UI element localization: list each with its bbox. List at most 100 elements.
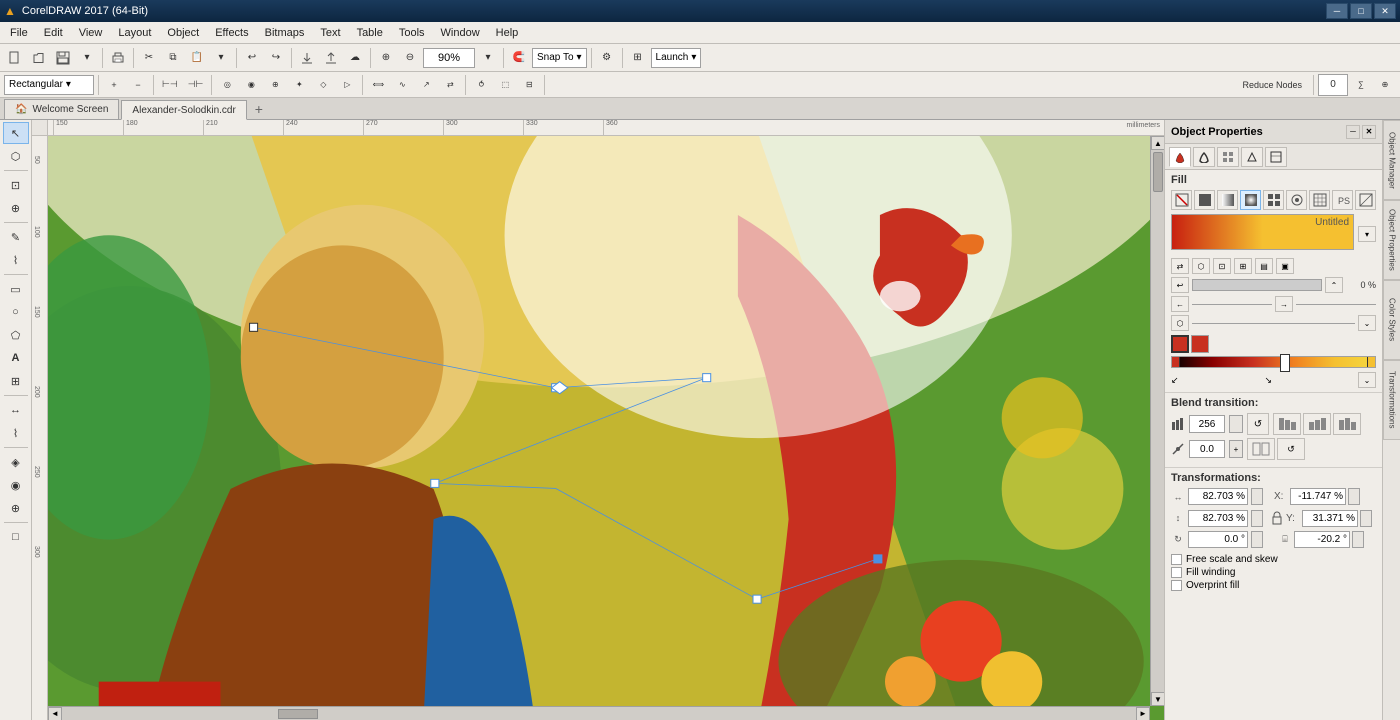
snap-to-dropdown[interactable]: Snap To ▾	[532, 48, 587, 68]
color-stop-red[interactable]	[1171, 335, 1189, 353]
tool-outline[interactable]: □	[3, 526, 29, 548]
blend-accel-add[interactable]: +	[1229, 440, 1243, 458]
tool-ellipse[interactable]: ○	[3, 301, 29, 323]
fill-arrow-left[interactable]: ←	[1171, 296, 1189, 312]
gradient-edit-btn[interactable]: ▾	[1358, 226, 1376, 242]
fill-swap-btn[interactable]: ⇄	[1171, 258, 1189, 274]
tool-interactive-fill[interactable]: ◈	[3, 451, 29, 473]
new-button[interactable]	[4, 47, 26, 69]
skew-spin[interactable]	[1352, 531, 1364, 548]
blend-custom-btn[interactable]	[1333, 413, 1361, 435]
free-scale-checkbox[interactable]	[1171, 554, 1182, 565]
tool-freehand[interactable]: ✎	[3, 226, 29, 248]
node-btn1[interactable]: ◎	[216, 74, 238, 96]
blend-refresh-btn[interactable]: ↺	[1247, 413, 1269, 435]
blend-linear-btn[interactable]	[1273, 413, 1301, 435]
tool-node-edit[interactable]: ⬡	[3, 145, 29, 167]
fill-reverse-btn[interactable]: ↩	[1171, 277, 1189, 293]
tool-table[interactable]: ⊞	[3, 370, 29, 392]
menu-bitmaps[interactable]: Bitmaps	[257, 25, 313, 41]
options-button[interactable]: ⚙	[596, 47, 618, 69]
zoom-out-button[interactable]: ⊖	[399, 47, 421, 69]
menu-text[interactable]: Text	[312, 25, 348, 41]
tool-rectangle[interactable]: ▭	[3, 278, 29, 300]
color-stop-current[interactable]	[1191, 335, 1209, 353]
menu-view[interactable]: View	[71, 25, 111, 41]
shape-type-dropdown[interactable]: Rectangular ▾	[4, 75, 94, 95]
side-tab-object-manager[interactable]: Object Manager	[1383, 120, 1400, 200]
tool-eyedropper[interactable]: ⊕	[3, 497, 29, 519]
rotate-spin[interactable]	[1251, 531, 1263, 548]
fill-type-nofill2[interactable]	[1355, 190, 1376, 210]
save-dropdown[interactable]: ▾	[76, 47, 98, 69]
scale-y-spin[interactable]	[1251, 510, 1263, 527]
overprint-fill-checkbox[interactable]	[1171, 580, 1182, 591]
menu-help[interactable]: Help	[488, 25, 527, 41]
copy-button[interactable]: ⧉	[162, 47, 184, 69]
pos-x-input[interactable]: -11.747 %	[1290, 488, 1346, 505]
fill-option1-btn[interactable]: ⊡	[1213, 258, 1231, 274]
export-button[interactable]	[320, 47, 342, 69]
fill-arrow-right[interactable]: →	[1275, 296, 1293, 312]
menu-window[interactable]: Window	[433, 25, 488, 41]
delete-node-button[interactable]: −	[127, 74, 149, 96]
titlebar-controls[interactable]: ─ □ ✕	[1326, 3, 1396, 19]
pos-x-spin[interactable]	[1348, 488, 1360, 505]
node-count-input[interactable]: 0	[1318, 74, 1348, 96]
gradient-spectrum-bar[interactable]	[1171, 356, 1376, 368]
symmetry-btn[interactable]: ⟺	[367, 74, 389, 96]
fill-mirror-btn[interactable]: ⬡	[1192, 258, 1210, 274]
tab-document[interactable]: Alexander-Solodkin.cdr	[121, 100, 246, 120]
tool-selection[interactable]: ↖	[3, 122, 29, 144]
horizontal-scrollbar[interactable]: ◄ ►	[48, 706, 1150, 720]
blend-steps-input[interactable]: 256	[1189, 415, 1225, 433]
tool-smart-fill[interactable]: ◉	[3, 474, 29, 496]
menu-object[interactable]: Object	[159, 25, 207, 41]
canvas-area[interactable]: 150 180 210 240 270 300 330 360 millimet…	[32, 120, 1164, 720]
side-tab-object-properties[interactable]: Object Properties	[1383, 200, 1400, 280]
scroll-down-button[interactable]: ▼	[1151, 692, 1164, 706]
menu-file[interactable]: File	[2, 25, 36, 41]
gradient-stop-mid[interactable]	[1280, 354, 1290, 372]
import-button[interactable]	[296, 47, 318, 69]
node-btn4[interactable]: ✦	[288, 74, 310, 96]
node-btn6[interactable]: ▷	[336, 74, 358, 96]
publish-button[interactable]: ☁	[344, 47, 366, 69]
menu-tools[interactable]: Tools	[391, 25, 433, 41]
blend-repeat-btn[interactable]: ↺	[1277, 438, 1305, 460]
deselect-btn[interactable]: ⊟	[518, 74, 540, 96]
props-tab-pattern[interactable]	[1217, 147, 1239, 167]
break-nodes-button[interactable]: ⊣⊢	[184, 74, 208, 96]
menu-layout[interactable]: Layout	[110, 25, 159, 41]
blend-steps-spin[interactable]	[1229, 415, 1243, 433]
elastic-btn[interactable]: ⥀	[470, 74, 492, 96]
scale-y-input[interactable]: 82.703 %	[1188, 510, 1248, 527]
blend-accel-input[interactable]: 0.0	[1189, 440, 1225, 458]
add-node-button[interactable]: +	[103, 74, 125, 96]
launch-dropdown[interactable]: Launch ▾	[651, 48, 702, 68]
snap-to-magnet[interactable]: 🧲	[508, 47, 530, 69]
props-tab-fill[interactable]	[1169, 147, 1191, 167]
select-all-btn[interactable]: ⬚	[494, 74, 516, 96]
fill-type-pattern1[interactable]	[1263, 190, 1284, 210]
menu-table[interactable]: Table	[349, 25, 391, 41]
fill-accent-btn[interactable]: ⬡	[1171, 315, 1189, 331]
panel-minimize-btn[interactable]: ─	[1346, 125, 1360, 139]
node-btn2[interactable]: ◉	[240, 74, 262, 96]
tool-text[interactable]: A	[3, 347, 29, 369]
props-tab-shape[interactable]	[1241, 147, 1263, 167]
fill-option2-btn[interactable]: ⊞	[1234, 258, 1252, 274]
tab-welcome[interactable]: 🏠 Welcome Screen	[4, 99, 119, 119]
fill-type-uniform[interactable]	[1194, 190, 1215, 210]
reduce-nodes-btn[interactable]: Reduce Nodes	[1235, 74, 1309, 96]
blend-curved-btn[interactable]	[1303, 413, 1331, 435]
blend-mirror-btn[interactable]	[1247, 438, 1275, 460]
tool-zoom[interactable]: ⊕	[3, 197, 29, 219]
vertical-scrollbar[interactable]: ▲ ▼	[1150, 136, 1164, 706]
panel-close-btn[interactable]: ✕	[1362, 125, 1376, 139]
side-tab-color-styles[interactable]: Color Styles	[1383, 280, 1400, 360]
hscroll-track[interactable]	[64, 709, 1134, 719]
rotate-input[interactable]: 0.0 °	[1188, 531, 1248, 548]
tool-polygon[interactable]: ⬠	[3, 324, 29, 346]
fill-type-radial[interactable]	[1240, 190, 1261, 210]
